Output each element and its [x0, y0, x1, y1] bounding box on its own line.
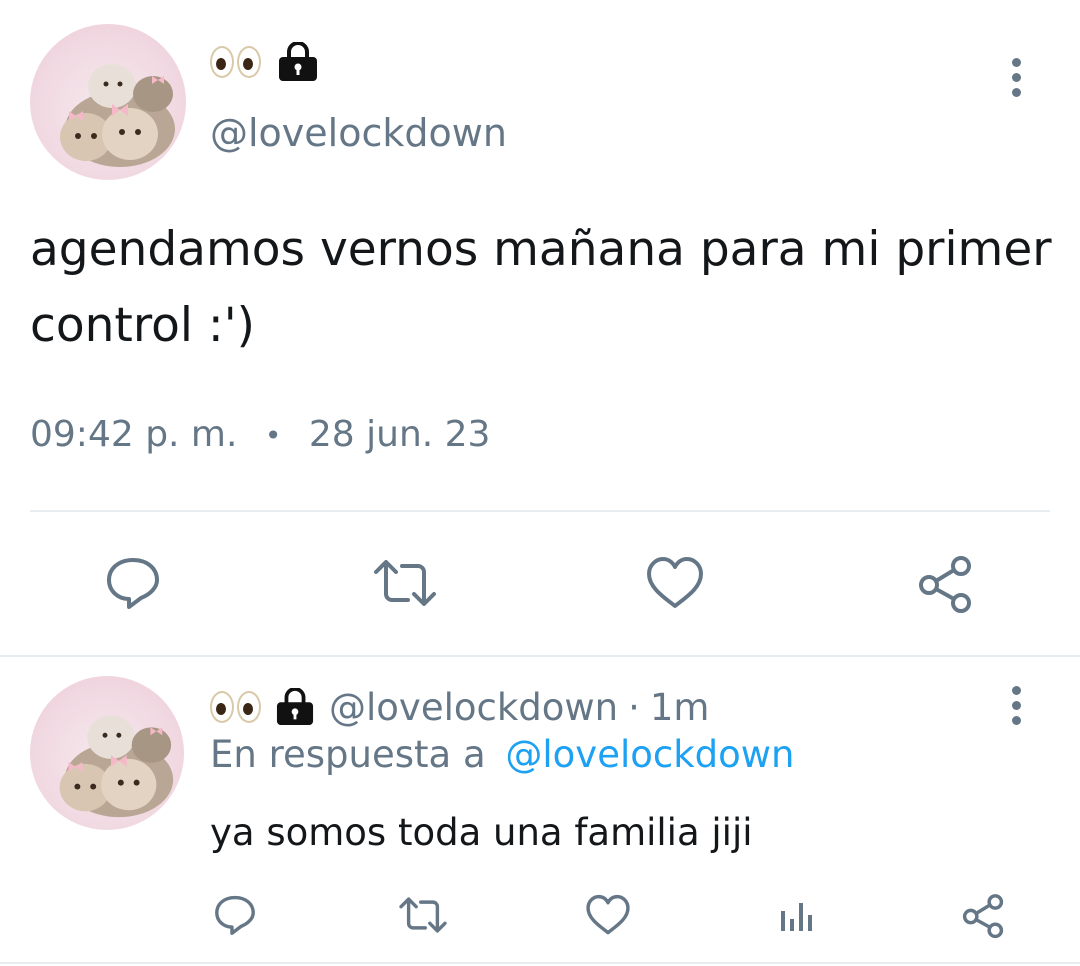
more-options-icon[interactable]: [1012, 58, 1021, 97]
like-button[interactable]: [582, 890, 634, 940]
analytics-button[interactable]: [772, 890, 820, 940]
heart-icon: [586, 894, 630, 935]
more-options-icon[interactable]: [1012, 686, 1021, 725]
display-name: [210, 42, 319, 82]
share-icon: [962, 894, 1004, 938]
retweet-icon: [374, 560, 436, 606]
lock-icon: [279, 42, 317, 81]
share-button[interactable]: [912, 550, 978, 616]
divider: [0, 962, 1080, 964]
avatar[interactable]: [30, 24, 186, 180]
eye-icon: [210, 46, 234, 78]
avatar[interactable]: [30, 676, 184, 830]
eye-icon: [237, 46, 261, 78]
reply-icon: [215, 895, 255, 935]
kittens-avatar-image: [59, 715, 174, 818]
reply-to-link[interactable]: @lovelockdown: [505, 733, 794, 776]
like-button[interactable]: [640, 553, 710, 613]
user-handle[interactable]: @lovelockdown: [210, 108, 507, 158]
reply-prefix: En respuesta a: [210, 733, 486, 776]
retweet-button[interactable]: [368, 553, 442, 613]
lock-icon: [276, 688, 314, 726]
analytics-icon: [781, 903, 812, 931]
eyes-emoji: [210, 691, 261, 723]
tweet-timestamp: 09:42 p. m. • 28 jun. 23: [30, 410, 490, 461]
tweet-date: 28 jun. 23: [308, 414, 491, 455]
tweet-text: agendamos vernos mañana para mi primer c…: [30, 222, 1052, 353]
kittens-avatar-image: [60, 64, 175, 167]
divider: [0, 655, 1080, 657]
eye-icon: [210, 691, 234, 723]
timestamp-separator: •: [264, 419, 282, 452]
display-name: [210, 688, 315, 726]
eyes-emoji: [210, 46, 261, 78]
tweet-age: 1m: [649, 685, 710, 729]
share-icon: [919, 556, 971, 613]
reply-header: @lovelockdown · 1m: [210, 682, 709, 732]
reply-text: ya somos toda una familia jiji: [210, 811, 753, 854]
tweet-time: 09:42 p. m.: [30, 414, 238, 455]
meta-separator: ·: [628, 685, 640, 729]
eye-icon: [237, 691, 261, 723]
retweet-button[interactable]: [395, 890, 451, 940]
retweet-icon: [399, 897, 447, 933]
reply-context: En respuesta a @lovelockdown: [210, 730, 795, 780]
heart-icon: [647, 557, 703, 608]
share-button[interactable]: [956, 888, 1010, 942]
reply-icon: [107, 558, 159, 609]
reply-button[interactable]: [98, 553, 168, 613]
user-handle[interactable]: @lovelockdown: [329, 686, 618, 729]
reply-button[interactable]: [210, 890, 260, 940]
divider: [30, 510, 1050, 512]
